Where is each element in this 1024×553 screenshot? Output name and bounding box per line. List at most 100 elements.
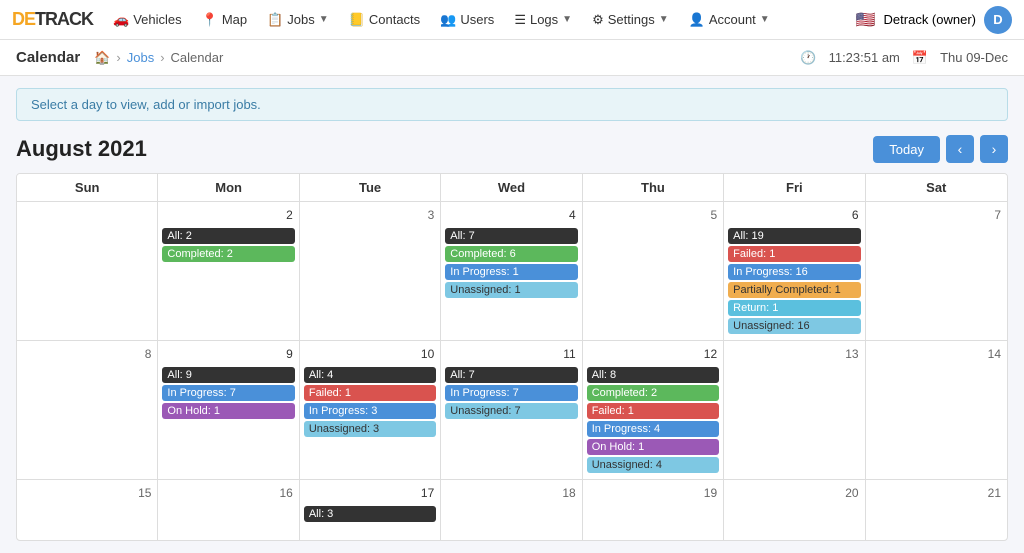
- event-badge: All: 7: [445, 367, 577, 383]
- cal-cell-w1-sun[interactable]: [17, 202, 158, 340]
- vehicle-icon: 🚗: [113, 12, 129, 28]
- nav-vehicles-label: Vehicles: [133, 12, 181, 27]
- cal-cell-w2-tue[interactable]: 10 All: 4 Failed: 1 In Progress: 3 Unass…: [300, 341, 441, 479]
- event-badge: Unassigned: 7: [445, 403, 577, 419]
- event-badge: In Progress: 7: [445, 385, 577, 401]
- cal-cell-w3-thu[interactable]: 19: [583, 480, 724, 540]
- cal-cell-w1-tue[interactable]: 3: [300, 202, 441, 340]
- current-date: Thu 09-Dec: [940, 50, 1008, 65]
- next-month-button[interactable]: ›: [980, 135, 1008, 163]
- cal-cell-w3-sat[interactable]: 21: [866, 480, 1007, 540]
- cal-cell-w3-wed[interactable]: 18: [441, 480, 582, 540]
- day-tue: Tue: [300, 174, 441, 201]
- nav-contacts[interactable]: 📒 Contacts: [341, 8, 429, 32]
- nav-settings-label: Settings: [608, 12, 655, 27]
- prev-month-button[interactable]: ‹: [946, 135, 974, 163]
- event-badge: In Progress: 16: [728, 264, 860, 280]
- nav-jobs[interactable]: 📋 Jobs ▼: [259, 8, 337, 32]
- event-badge: All: 2: [162, 228, 294, 244]
- day-mon: Mon: [158, 174, 299, 201]
- cal-cell-w3-sun[interactable]: 15: [17, 480, 158, 540]
- nav-settings[interactable]: ⚙ Settings ▼: [584, 8, 677, 32]
- nav-jobs-label: Jobs: [287, 12, 314, 27]
- cal-cell-w1-wed[interactable]: 4 All: 7 Completed: 6 In Progress: 1 Una…: [441, 202, 582, 340]
- cal-cell-w2-mon[interactable]: 9 All: 9 In Progress: 7 On Hold: 1: [158, 341, 299, 479]
- logs-dropdown-arrow: ▼: [562, 14, 572, 25]
- event-badge: All: 7: [445, 228, 577, 244]
- cal-cell-w3-mon[interactable]: 16: [158, 480, 299, 540]
- cal-cell-w2-wed[interactable]: 11 All: 7 In Progress: 7 Unassigned: 7: [441, 341, 582, 479]
- breadcrumb: Calendar 🏠 › Jobs › Calendar: [16, 49, 223, 66]
- info-bar: Select a day to view, add or import jobs…: [16, 88, 1008, 121]
- event-badge: Failed: 1: [587, 403, 719, 419]
- nav-map[interactable]: 📍 Map: [194, 8, 255, 32]
- cal-cell-w3-tue[interactable]: 17 All: 3: [300, 480, 441, 540]
- event-badge: Completed: 2: [587, 385, 719, 401]
- event-badge: All: 4: [304, 367, 436, 383]
- current-time: 11:23:51 am: [829, 50, 900, 65]
- event-badge: Unassigned: 16: [728, 318, 860, 334]
- event-badge: In Progress: 7: [162, 385, 294, 401]
- event-badge: In Progress: 1: [445, 264, 577, 280]
- settings-icon: ⚙: [592, 12, 604, 28]
- calendar-icon: 📅: [912, 50, 928, 66]
- navbar: DETRACK 🚗 Vehicles 📍 Map 📋 Jobs ▼ 📒 Cont…: [0, 0, 1024, 40]
- avatar[interactable]: D: [984, 6, 1012, 34]
- cal-cell-w1-thu[interactable]: 5: [583, 202, 724, 340]
- event-badge: All: 19: [728, 228, 860, 244]
- logs-icon: ☰: [514, 12, 526, 28]
- event-badge: In Progress: 3: [304, 403, 436, 419]
- calendar-week-2: 8 9 All: 9 In Progress: 7 On Hold: 1 10 …: [17, 341, 1007, 480]
- nav-users-label: Users: [460, 12, 494, 27]
- calendar-nav: Today ‹ ›: [873, 135, 1008, 163]
- account-icon: 👤: [689, 12, 705, 28]
- nav-account-label: Account: [709, 12, 756, 27]
- cal-cell-w2-sun[interactable]: 8: [17, 341, 158, 479]
- jobs-icon: 📋: [267, 12, 283, 28]
- event-badge: Return: 1: [728, 300, 860, 316]
- account-dropdown-arrow: ▼: [760, 14, 770, 25]
- event-badge: In Progress: 4: [587, 421, 719, 437]
- event-badge: Unassigned: 3: [304, 421, 436, 437]
- cal-cell-w3-fri[interactable]: 20: [724, 480, 865, 540]
- nav-right: 🇺🇸 Detrack (owner) D: [856, 6, 1012, 34]
- cal-cell-w2-sat[interactable]: 14: [866, 341, 1007, 479]
- cal-cell-w1-fri[interactable]: 6 All: 19 Failed: 1 In Progress: 16 Part…: [724, 202, 865, 340]
- calendar-header: August 2021 Today ‹ ›: [16, 135, 1008, 163]
- day-sat: Sat: [866, 174, 1007, 201]
- day-sun: Sun: [17, 174, 158, 201]
- calendar-week-1: 2 All: 2 Completed: 2 3 4 All: 7 Complet…: [17, 202, 1007, 341]
- map-icon: 📍: [202, 12, 218, 28]
- logo-track: TRACK: [35, 9, 93, 29]
- nav-logs[interactable]: ☰ Logs ▼: [506, 8, 580, 32]
- jobs-dropdown-arrow: ▼: [319, 14, 329, 25]
- event-badge: All: 8: [587, 367, 719, 383]
- event-badge: Completed: 6: [445, 246, 577, 262]
- event-badge: On Hold: 1: [587, 439, 719, 455]
- subheader-right: 🕐 11:23:51 am 📅 Thu 09-Dec: [800, 50, 1008, 66]
- cal-cell-w2-fri[interactable]: 13: [724, 341, 865, 479]
- breadcrumb-jobs[interactable]: Jobs: [127, 50, 154, 65]
- page-title: Calendar: [16, 49, 80, 66]
- event-badge: Failed: 1: [304, 385, 436, 401]
- subheader: Calendar 🏠 › Jobs › Calendar 🕐 11:23:51 …: [0, 40, 1024, 76]
- nav-users[interactable]: 👥 Users: [432, 8, 502, 32]
- calendar-days-header: Sun Mon Tue Wed Thu Fri Sat: [17, 174, 1007, 202]
- cal-cell-w1-sat[interactable]: 7: [866, 202, 1007, 340]
- event-badge: Partially Completed: 1: [728, 282, 860, 298]
- username: Detrack (owner): [884, 12, 976, 27]
- event-badge: Unassigned: 4: [587, 457, 719, 473]
- cal-cell-w1-mon[interactable]: 2 All: 2 Completed: 2: [158, 202, 299, 340]
- day-thu: Thu: [583, 174, 724, 201]
- day-fri: Fri: [724, 174, 865, 201]
- nav-vehicles[interactable]: 🚗 Vehicles: [105, 8, 190, 32]
- nav-account[interactable]: 👤 Account ▼: [681, 8, 778, 32]
- today-button[interactable]: Today: [873, 136, 940, 163]
- event-badge: All: 9: [162, 367, 294, 383]
- settings-dropdown-arrow: ▼: [659, 14, 669, 25]
- cal-cell-w2-thu[interactable]: 12 All: 8 Completed: 2 Failed: 1 In Prog…: [583, 341, 724, 479]
- event-badge: Unassigned: 1: [445, 282, 577, 298]
- flag-icon: 🇺🇸: [856, 10, 876, 30]
- day-wed: Wed: [441, 174, 582, 201]
- breadcrumb-sep-2: ›: [160, 50, 164, 65]
